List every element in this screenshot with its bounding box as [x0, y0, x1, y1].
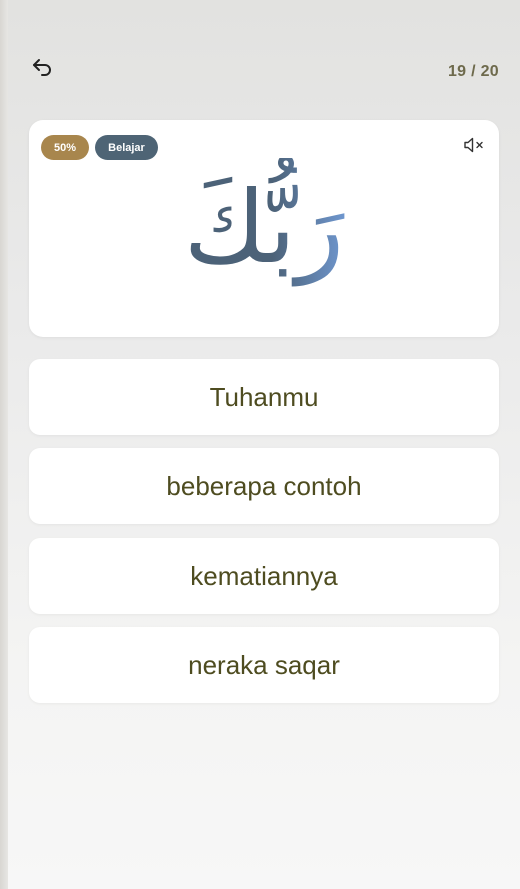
answer-option-3[interactable]: kematiannya — [29, 538, 499, 614]
answer-option-4[interactable]: neraka saqar — [29, 627, 499, 703]
mute-button[interactable] — [461, 136, 487, 158]
speaker-muted-icon — [463, 136, 485, 159]
percent-badge: 50% — [41, 135, 89, 160]
back-button[interactable] — [28, 56, 56, 84]
word-card: 50% Belajar رَبُّكَ — [29, 120, 499, 337]
quiz-screen: 19 / 20 50% Belajar رَبُّكَ Tuhanmu bebe… — [8, 0, 520, 889]
mode-badge: Belajar — [95, 135, 158, 160]
undo-arrow-icon — [30, 56, 54, 85]
arabic-word-display: رَبُّكَ — [29, 158, 499, 308]
answer-option-2[interactable]: beberapa contoh — [29, 448, 499, 524]
question-progress: 19 / 20 — [447, 63, 499, 80]
arabic-word-text: رَبُّكَ — [184, 158, 345, 286]
window-edge — [0, 0, 8, 889]
arabic-word-art: رَبُّكَ — [184, 158, 345, 286]
answer-option-1[interactable]: Tuhanmu — [29, 359, 499, 435]
